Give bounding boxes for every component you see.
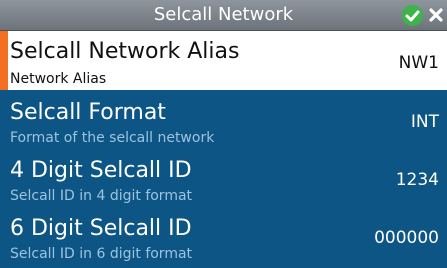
- confirm-button[interactable]: [402, 5, 423, 26]
- setting-value: 1234: [395, 170, 439, 190]
- setting-label: 6 Digit Selcall ID: [10, 216, 192, 241]
- setting-value: INT: [410, 112, 439, 132]
- title-bar: Selcall Network: [0, 0, 447, 31]
- setting-row-network-alias[interactable]: Selcall Network Alias Network Alias NW1: [0, 31, 447, 90]
- setting-description: Selcall ID in 4 digit format: [10, 188, 193, 204]
- close-icon: [429, 8, 443, 22]
- setting-row-4-digit-id[interactable]: 4 Digit Selcall ID Selcall ID in 4 digit…: [0, 150, 447, 209]
- setting-description: Selcall ID in 6 digit format: [10, 246, 193, 262]
- page-title: Selcall Network: [153, 4, 294, 25]
- setting-value: 000000: [374, 228, 439, 248]
- setting-row-selcall-format[interactable]: Selcall Format Format of the selcall net…: [0, 92, 447, 151]
- close-button[interactable]: [427, 6, 445, 24]
- setting-row-6-digit-id[interactable]: 6 Digit Selcall ID Selcall ID in 6 digit…: [0, 208, 447, 267]
- setting-label: Selcall Network Alias: [10, 39, 240, 64]
- setting-value: NW1: [398, 53, 439, 73]
- selcall-network-screen: Selcall Network Selcall Network Alias Ne…: [0, 0, 447, 268]
- selection-accent: [0, 31, 8, 90]
- setting-description: Network Alias: [10, 71, 107, 87]
- setting-label: 4 Digit Selcall ID: [10, 158, 192, 183]
- setting-description: Format of the selcall network: [10, 130, 215, 146]
- check-icon: [405, 10, 420, 22]
- setting-label: Selcall Format: [10, 100, 166, 125]
